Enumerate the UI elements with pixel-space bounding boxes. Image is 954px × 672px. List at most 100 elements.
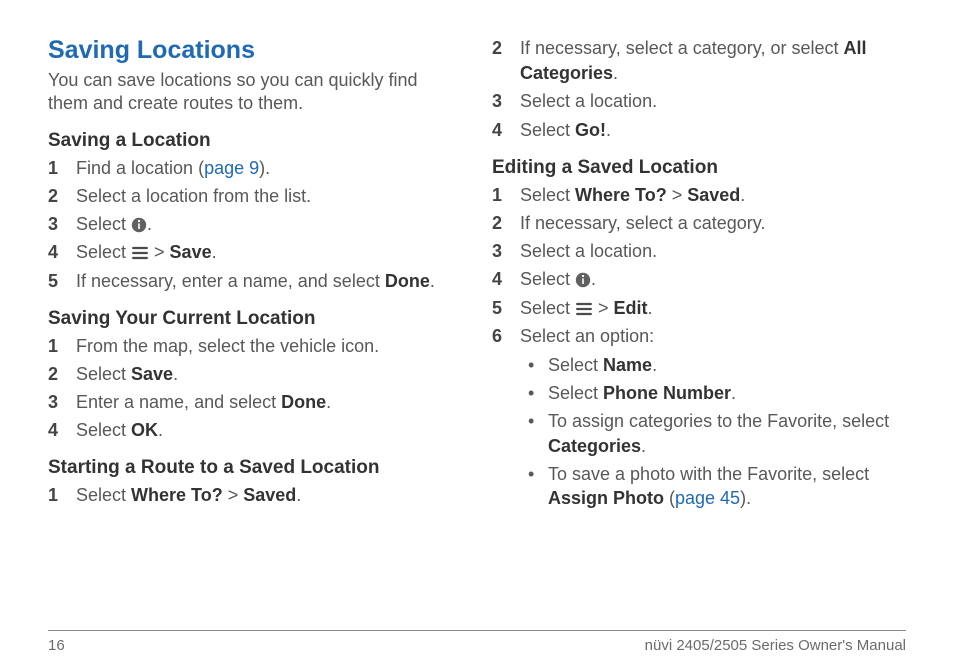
bullet-item: To assign categories to the Favorite, se… (520, 409, 906, 458)
subhead-start-route: Starting a Route to a Saved Location (48, 457, 462, 479)
bullet-text: Select (548, 355, 603, 375)
step-bold: Saved (243, 485, 296, 505)
bullet-item: Select Phone Number. (520, 381, 906, 405)
step-text: > (593, 298, 614, 318)
info-icon (131, 217, 147, 233)
step-text: > (223, 485, 244, 505)
menu-icon (575, 302, 593, 316)
list-item: Select Where To? > Saved. (492, 183, 906, 208)
list-item: Find a location (page 9). (48, 156, 462, 181)
list-item: If necessary, select a category, or sele… (492, 36, 906, 86)
list-item: Select a location. (492, 239, 906, 264)
step-bold: Done (281, 392, 326, 412)
step-text: Select (76, 420, 131, 440)
step-text: ). (259, 158, 270, 178)
content-columns: Saving Locations You can save locations … (48, 36, 906, 622)
subhead-current-location: Saving Your Current Location (48, 308, 462, 330)
step-text: . (296, 485, 301, 505)
steps-start-route: Select Where To? > Saved. (48, 483, 462, 508)
bullet-text: To assign categories to the Favorite, se… (548, 411, 889, 431)
step-bold: Saved (687, 185, 740, 205)
doc-title: nüvi 2405/2505 Series Owner's Manual (645, 637, 906, 654)
step-text: Select (76, 242, 131, 262)
step-text: Select (520, 185, 575, 205)
step-bold: Save (131, 364, 173, 384)
step-text: Select (76, 214, 131, 234)
manual-page: Saving Locations You can save locations … (0, 0, 954, 672)
list-item: Select > Edit. (492, 296, 906, 321)
intro-text: You can save locations so you can quickl… (48, 69, 462, 116)
step-bold: Edit (614, 298, 648, 318)
step-bold: Where To? (131, 485, 223, 505)
list-item: Enter a name, and select Done. (48, 390, 462, 415)
bullet-bold: Phone Number (603, 383, 731, 403)
list-item: If necessary, select a category. (492, 211, 906, 236)
subhead-saving-location: Saving a Location (48, 130, 462, 152)
page-link[interactable]: page 45 (675, 488, 740, 508)
page-link[interactable]: page 9 (204, 158, 259, 178)
step-text: Select an option: (520, 326, 654, 346)
step-text: . (606, 120, 611, 140)
bullet-text: Select (548, 383, 603, 403)
step-text: . (740, 185, 745, 205)
step-text: . (212, 242, 217, 262)
list-item: Select an option: Select Name. Select Ph… (492, 324, 906, 511)
page-title: Saving Locations (48, 36, 462, 65)
list-item: Select . (48, 212, 462, 237)
step-text: Enter a name, and select (76, 392, 281, 412)
page-footer: 16 nüvi 2405/2505 Series Owner's Manual (48, 637, 906, 672)
list-item: Select . (492, 267, 906, 292)
list-item: From the map, select the vehicle icon. (48, 334, 462, 359)
steps-saving-location: Find a location (page 9). Select a locat… (48, 156, 462, 294)
list-item: Select Save. (48, 362, 462, 387)
step-text: . (430, 271, 435, 291)
step-text: . (591, 269, 596, 289)
step-text: Select (520, 298, 575, 318)
list-item: Select Where To? > Saved. (48, 483, 462, 508)
step-text: . (147, 214, 152, 234)
bullet-bold: Assign Photo (548, 488, 664, 508)
step-text: Find a location ( (76, 158, 204, 178)
step-text: > (667, 185, 688, 205)
bullet-bold: Categories (548, 436, 641, 456)
subhead-edit-saved: Editing a Saved Location (492, 157, 906, 179)
step-text: If necessary, enter a name, and select (76, 271, 385, 291)
step-text: . (648, 298, 653, 318)
bullet-text: . (641, 436, 646, 456)
bullet-text: To save a photo with the Favorite, selec… (548, 464, 869, 484)
steps-edit-saved: Select Where To? > Saved. If necessary, … (492, 183, 906, 511)
step-text: Select (520, 120, 575, 140)
step-text: Select (520, 269, 575, 289)
list-item: Select a location from the list. (48, 184, 462, 209)
step-bold: Done (385, 271, 430, 291)
left-column: Saving Locations You can save locations … (48, 36, 462, 622)
bullet-bold: Name (603, 355, 652, 375)
step-text: If necessary, select a category, or sele… (520, 38, 843, 58)
step-text: . (326, 392, 331, 412)
step-text: . (613, 63, 618, 83)
step-text: > (149, 242, 170, 262)
bullet-text: ( (664, 488, 675, 508)
bullet-item: Select Name. (520, 353, 906, 377)
step-text: Select (76, 364, 131, 384)
step-text: . (158, 420, 163, 440)
list-item: Select > Save. (48, 240, 462, 265)
edit-options: Select Name. Select Phone Number. To ass… (520, 353, 906, 511)
list-item: Select OK. (48, 418, 462, 443)
step-bold: Where To? (575, 185, 667, 205)
menu-icon (131, 246, 149, 260)
step-bold: Save (170, 242, 212, 262)
step-bold: OK (131, 420, 158, 440)
list-item: If necessary, enter a name, and select D… (48, 269, 462, 294)
bullet-text: . (731, 383, 736, 403)
step-text: Select (76, 485, 131, 505)
footer-separator (48, 630, 906, 631)
bullet-item: To save a photo with the Favorite, selec… (520, 462, 906, 511)
list-item: Select a location. (492, 89, 906, 114)
step-bold: Go! (575, 120, 606, 140)
bullet-text: . (652, 355, 657, 375)
step-text: . (173, 364, 178, 384)
list-item: Select Go!. (492, 118, 906, 143)
page-number: 16 (48, 637, 65, 654)
steps-current-location: From the map, select the vehicle icon. S… (48, 334, 462, 444)
